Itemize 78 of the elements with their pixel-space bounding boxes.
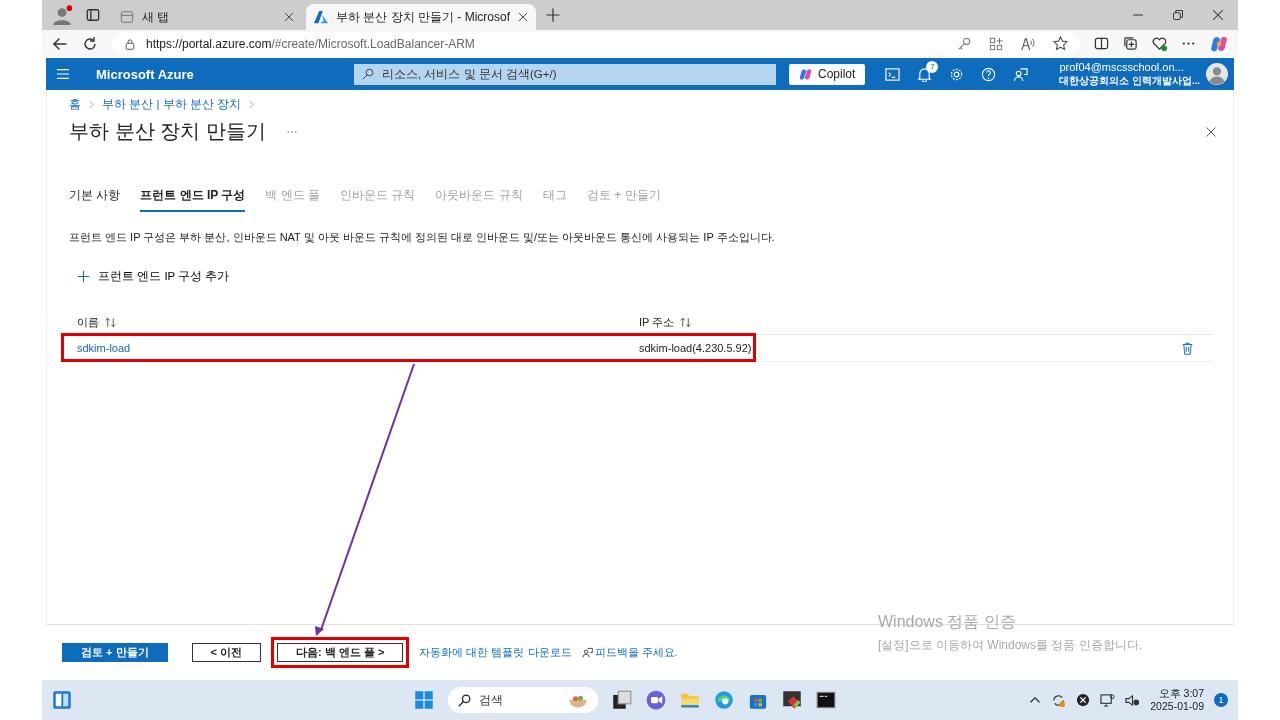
paint-app-icon[interactable] <box>782 690 802 710</box>
table-cell-text: sdkim-load(4.230.5.92) <box>639 342 753 354</box>
breadcrumb-link[interactable]: 홈 <box>69 97 81 112</box>
volume-muted-icon[interactable] <box>1125 692 1141 708</box>
footer-button[interactable]: 다음: 백 엔드 풀 > <box>277 643 404 662</box>
page-title: 부하 분산 장치 만들기 <box>69 119 266 144</box>
task-view-icon[interactable] <box>612 690 632 710</box>
menu-icon[interactable] <box>56 67 70 81</box>
breadcrumb-link[interactable]: 부하 분산 | 부하 분산 장치 <box>102 97 241 112</box>
sort-icon[interactable] <box>680 316 692 328</box>
notification-badge[interactable]: 1 <box>1214 693 1228 707</box>
start-icon[interactable] <box>414 690 434 710</box>
add-frontend-ip-button[interactable]: 프런트 엔드 IP 구성 추가 <box>69 269 238 284</box>
sync-icon[interactable] <box>1051 692 1067 708</box>
terminal-icon[interactable] <box>816 690 836 710</box>
chevron-icon <box>246 100 256 109</box>
feedback-icon <box>581 647 593 658</box>
footer-button[interactable]: 검토 + 만들기 <box>62 643 168 662</box>
account-organization: 대한상공회의소 인력개발사업... <box>1059 74 1200 87</box>
apps-icon[interactable] <box>989 36 1003 51</box>
activation-message: [설정]으로 이동하여 Windows를 정품 인증합니다. <box>878 637 1143 654</box>
collections-icon[interactable] <box>1123 36 1138 51</box>
browser-tab[interactable]: 부하 분산 장치 만들기 - Microsof <box>306 4 536 30</box>
column-header[interactable]: 이름 <box>77 314 99 330</box>
search-field[interactable]: 리소스, 서비스 및 문서 검색(G+/) <box>354 63 776 85</box>
widgets-icon[interactable] <box>52 690 72 710</box>
footer-button[interactable]: < 이전 <box>191 643 262 662</box>
trash-icon[interactable] <box>1181 341 1194 355</box>
network-icon[interactable] <box>1100 692 1116 708</box>
close-icon[interactable] <box>284 12 294 22</box>
read-aloud-icon[interactable] <box>1021 36 1035 51</box>
account-email[interactable]: prof04@mscsschool.on... <box>1059 61 1200 74</box>
search-icon <box>362 68 374 80</box>
column-header[interactable]: IP 주소 <box>639 314 675 330</box>
address-bar[interactable]: https://portal.azure.com/#create/Microsoft.LoadBalancer-ARM <box>112 31 1080 56</box>
bell-icon[interactable] <box>917 66 933 82</box>
close-icon[interactable] <box>518 12 528 22</box>
description-text: 프런트 엔드 IP 구성은 부하 분산, 인바운드 NAT 및 아웃 바운드 규칙에 정의된 대로 인바운드 및/또는 아웃바운드 통신에 사용되는 IP 주소입니다. <box>69 230 776 245</box>
portal-brand[interactable]: Microsoft Azure <box>96 66 336 82</box>
feedback-icon[interactable] <box>1013 66 1029 82</box>
feedback-link[interactable]: 피드백을 주세요. <box>581 645 678 660</box>
copilot-icon <box>799 67 812 81</box>
avatar-icon[interactable] <box>1206 63 1228 85</box>
key-icon[interactable] <box>957 36 971 51</box>
template-link[interactable]: 자동화에 대한 템플릿 다운로드 <box>419 645 572 660</box>
taskbar-search[interactable]: 검색 <box>448 687 598 713</box>
split-screen-icon[interactable] <box>1094 36 1109 51</box>
chevron-icon <box>87 100 96 109</box>
clock-date[interactable]: 2025-01-09 <box>1150 700 1204 713</box>
copilot-button[interactable]: Copilot <box>789 63 866 85</box>
heartbeat-icon[interactable] <box>1152 36 1167 51</box>
close-icon[interactable] <box>1205 125 1217 138</box>
profile-icon[interactable] <box>52 5 72 25</box>
help-icon[interactable] <box>981 66 997 82</box>
error-icon[interactable] <box>1076 693 1091 707</box>
tab-actions-icon[interactable] <box>86 8 100 22</box>
lock-icon <box>124 37 136 50</box>
close-icon[interactable] <box>1212 9 1224 21</box>
video-call-icon[interactable] <box>646 690 666 710</box>
search-icon <box>458 693 471 707</box>
restore-icon[interactable] <box>1172 9 1184 21</box>
refresh-icon[interactable] <box>82 35 98 52</box>
notification-badge: 7 <box>926 60 939 73</box>
settings-icon[interactable] <box>949 66 965 82</box>
clock-time[interactable]: 오후 3:07 <box>1158 687 1204 700</box>
browser-tab[interactable]: 새 탭 <box>112 4 302 30</box>
name-link[interactable]: sdkim-load <box>77 342 639 354</box>
step-tab[interactable]: 기본 사항 <box>69 187 121 212</box>
browser-icon[interactable] <box>714 690 734 710</box>
azure-logo-icon <box>314 10 328 24</box>
star-icon[interactable] <box>1053 36 1068 51</box>
sort-icon[interactable] <box>105 316 116 328</box>
page-icon <box>120 10 134 24</box>
copilot-icon[interactable] <box>1210 34 1228 53</box>
step-tab[interactable]: 프런트 엔드 IP 구성 <box>140 187 246 212</box>
activation-title: Windows 정품 인증 <box>878 612 1017 632</box>
plus-icon <box>77 270 90 283</box>
new-tab-icon[interactable] <box>546 8 560 22</box>
